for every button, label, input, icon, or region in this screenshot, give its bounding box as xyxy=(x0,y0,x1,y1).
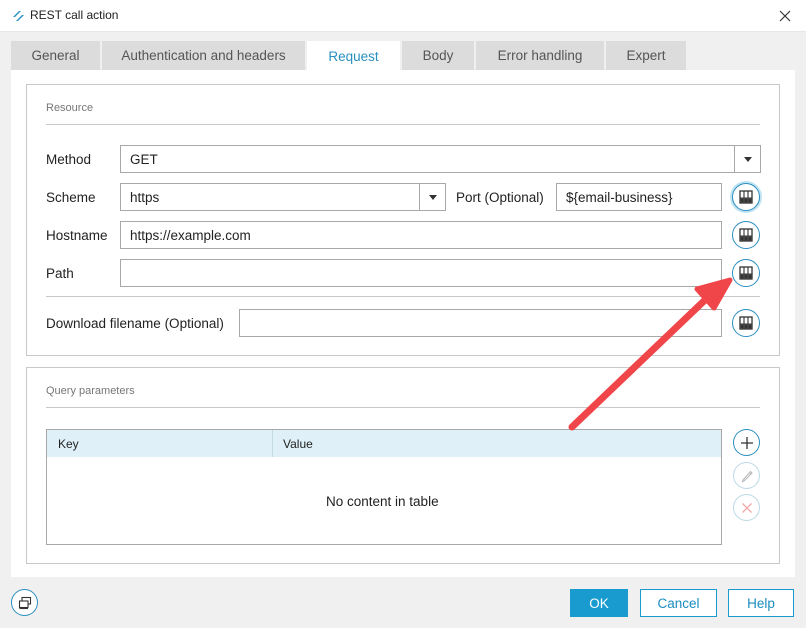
x-icon xyxy=(741,502,752,513)
chevron-down-icon xyxy=(428,194,437,200)
download-filename-input[interactable] xyxy=(239,309,722,337)
variable-picker-icon xyxy=(739,228,753,242)
help-button[interactable]: Help xyxy=(728,589,794,617)
resource-inner-divider xyxy=(46,296,760,297)
title-bar: REST call action xyxy=(0,0,806,32)
column-header-key[interactable]: Key xyxy=(58,437,79,451)
download-filename-variable-button[interactable] xyxy=(732,309,760,337)
method-dropdown-toggle[interactable] xyxy=(734,146,760,172)
ok-button[interactable]: OK xyxy=(570,589,628,617)
query-parameters-divider xyxy=(46,407,760,408)
method-select[interactable]: GET xyxy=(120,145,761,173)
hostname-variable-button[interactable] xyxy=(732,221,760,249)
hostname-label: Hostname xyxy=(46,228,108,243)
request-tab-content: Resource Method GET Scheme https Port (O… xyxy=(11,70,795,577)
scheme-select[interactable]: https xyxy=(120,183,446,211)
tab-expert[interactable]: Expert xyxy=(606,41,686,70)
port-label: Port (Optional) xyxy=(456,190,544,205)
window-options-button[interactable] xyxy=(11,589,38,616)
tab-body[interactable]: Body xyxy=(402,41,474,70)
method-value: GET xyxy=(130,152,158,167)
variable-picker-icon xyxy=(739,266,753,280)
table-empty-message: No content in table xyxy=(326,494,439,509)
query-parameters-table: Key Value No content in table xyxy=(46,429,722,545)
chevron-down-icon xyxy=(743,156,752,162)
query-parameters-group: Query parameters Key Value No content in… xyxy=(26,367,780,564)
path-label: Path xyxy=(46,266,74,281)
close-button[interactable] xyxy=(772,4,798,28)
scheme-label: Scheme xyxy=(46,190,96,205)
window-title: REST call action xyxy=(30,8,119,22)
download-filename-label: Download filename (Optional) xyxy=(46,316,224,331)
port-input[interactable] xyxy=(556,183,722,211)
path-variable-button[interactable] xyxy=(732,259,760,287)
variable-picker-icon xyxy=(739,316,753,330)
table-header: Key Value xyxy=(47,430,721,457)
column-header-value[interactable]: Value xyxy=(283,437,313,451)
scheme-value: https xyxy=(130,190,160,205)
query-parameters-title: Query parameters xyxy=(46,385,135,397)
tab-request[interactable]: Request xyxy=(307,41,400,71)
scheme-dropdown-toggle[interactable] xyxy=(419,184,445,210)
method-label: Method xyxy=(46,152,92,167)
edit-parameter-button[interactable] xyxy=(733,462,760,489)
pencil-icon xyxy=(741,470,753,482)
add-parameter-button[interactable] xyxy=(733,429,760,456)
path-input[interactable] xyxy=(120,259,722,287)
resource-group-title: Resource xyxy=(46,102,94,114)
tab-authentication-and-headers[interactable]: Authentication and headers xyxy=(102,41,305,70)
resource-group: Resource Method GET Scheme https Port (O… xyxy=(26,84,780,356)
close-icon xyxy=(779,10,791,22)
window-icon xyxy=(18,596,31,609)
hostname-input[interactable] xyxy=(120,221,722,249)
port-variable-button[interactable] xyxy=(732,183,760,211)
tab-general[interactable]: General xyxy=(11,41,100,70)
variable-picker-icon xyxy=(739,190,753,204)
delete-parameter-button[interactable] xyxy=(733,494,760,521)
resource-group-divider xyxy=(46,124,760,125)
app-logo-icon xyxy=(13,11,24,21)
column-divider[interactable] xyxy=(272,430,273,457)
cancel-button[interactable]: Cancel xyxy=(640,589,717,617)
tab-error-handling[interactable]: Error handling xyxy=(476,41,604,70)
plus-icon xyxy=(740,436,753,449)
